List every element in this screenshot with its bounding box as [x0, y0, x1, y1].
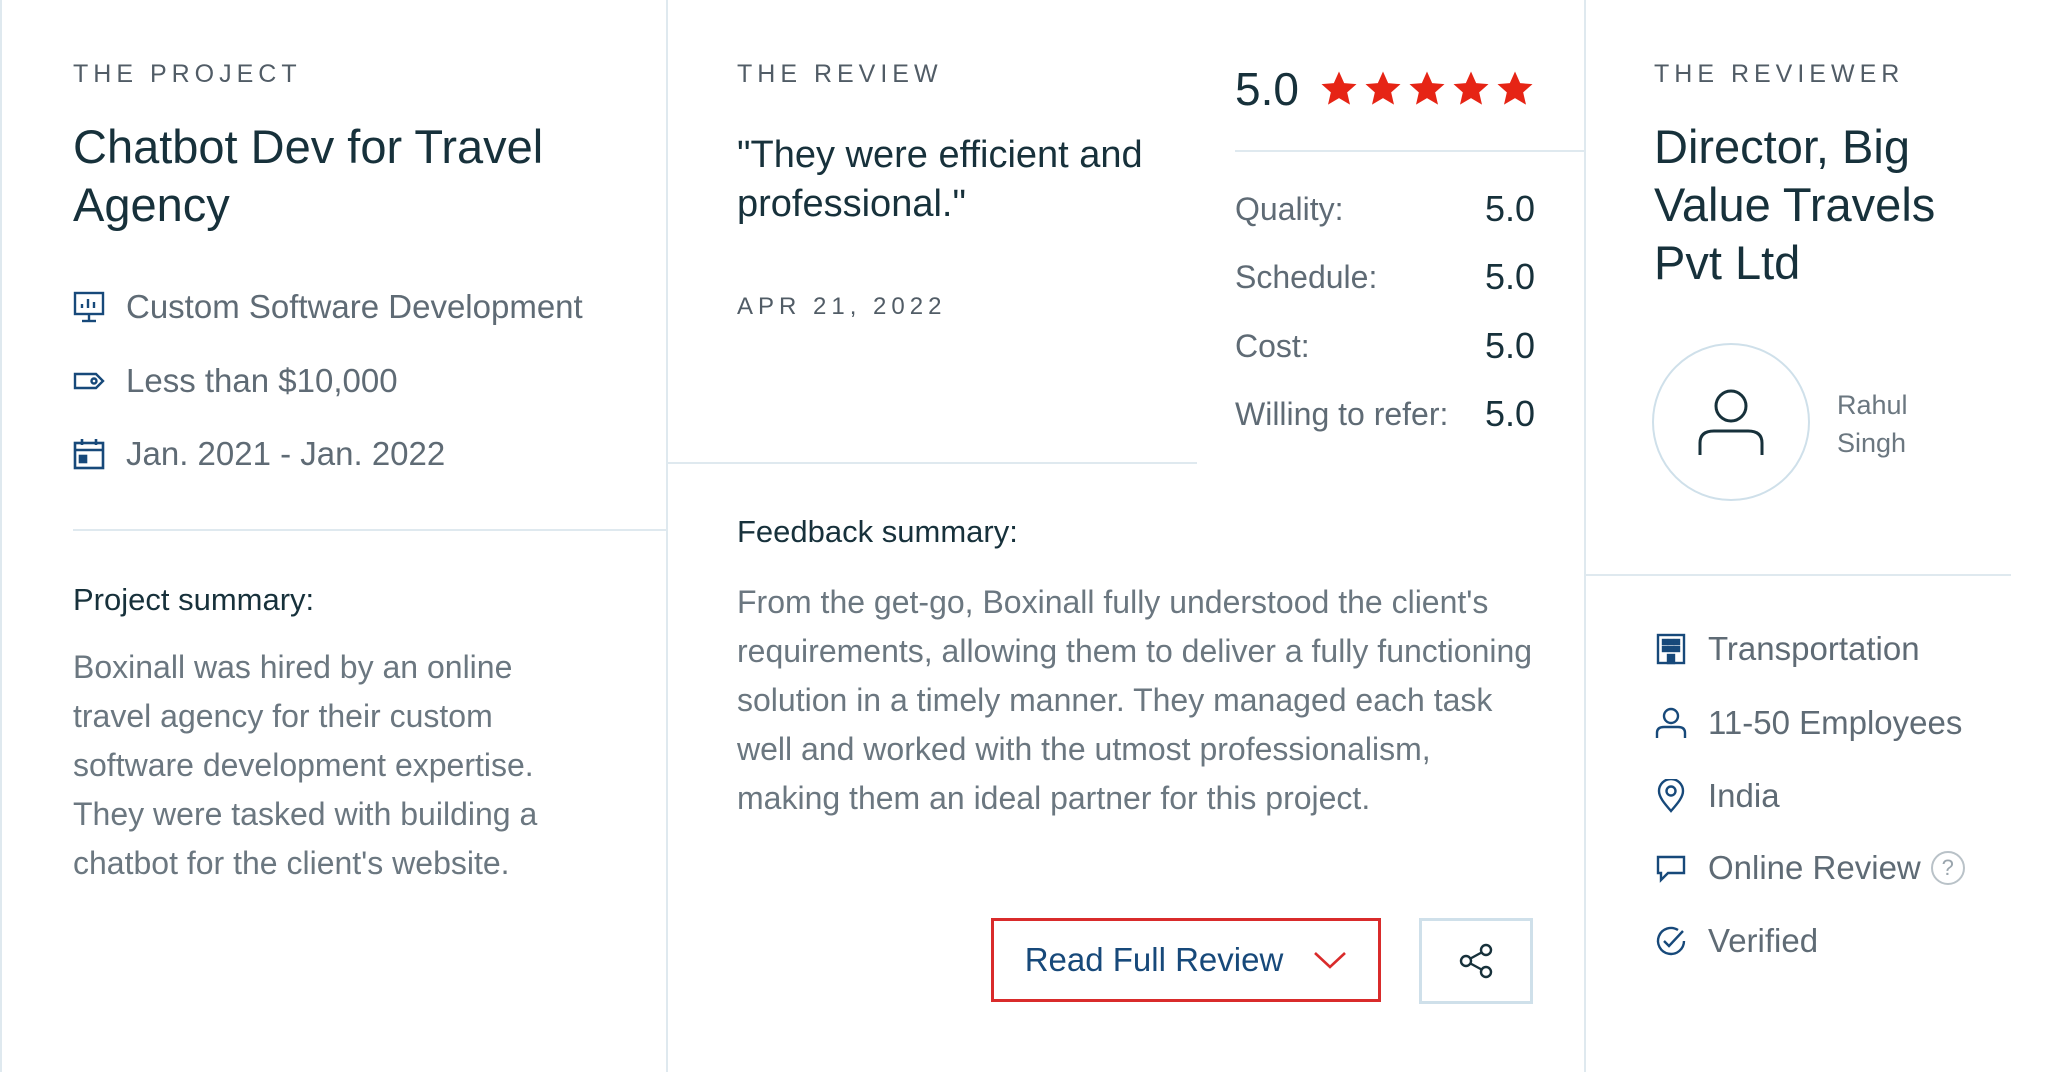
rating-label: Quality: [1235, 190, 1344, 227]
rating-value: 5.0 [1484, 393, 1535, 434]
rating-label: Cost: [1235, 327, 1310, 364]
feedback-summary-text: From the get-go, Boxinall fully understo… [737, 584, 1533, 816]
star-icon [1321, 71, 1357, 105]
read-full-review-button[interactable]: Read Full Review [991, 918, 1381, 1002]
review-date: APR 21, 2022 [737, 293, 947, 320]
read-full-review-label: Read Full Review [1024, 941, 1284, 978]
industry-text: Transportation [1708, 630, 1920, 667]
column-divider-1 [666, 0, 668, 1072]
reviewer-first-name: Rahul [1837, 390, 1908, 420]
review-divider [667, 462, 1197, 464]
reviewer-review-type: Online Review ? [1654, 849, 1965, 887]
rating-schedule: Schedule: 5.0 [1235, 256, 1535, 298]
building-icon [1656, 633, 1686, 665]
location-text: India [1708, 777, 1780, 814]
rating-divider [1235, 150, 1584, 152]
help-icon[interactable]: ? [1930, 851, 1965, 885]
avatar [1652, 343, 1810, 501]
rating-quality: Quality: 5.0 [1235, 188, 1535, 230]
feedback-summary-label: Feedback summary: [737, 514, 1018, 549]
project-budget: Less than $10,000 [72, 362, 398, 400]
reviewer-industry: Transportation [1654, 630, 1920, 668]
star-icon [1365, 71, 1401, 105]
share-icon [1459, 943, 1493, 979]
status-text: Verified [1708, 922, 1819, 959]
project-dates: Jan. 2021 - Jan. 2022 [72, 435, 445, 473]
budget-text: Less than $10,000 [126, 362, 398, 399]
location-pin-icon [1657, 779, 1685, 813]
price-tag-icon [73, 372, 105, 390]
reviewer-eyebrow: THE REVIEWER [1654, 60, 1905, 88]
reviewer-status: Verified [1654, 922, 1818, 960]
reviewer-last-name: Singh [1837, 428, 1907, 458]
monitor-chart-icon [73, 291, 105, 323]
project-summary-label: Project summary: [73, 582, 315, 617]
reviewer-title: Director, Big Value Travels Pvt Ltd [1654, 120, 1936, 289]
rating-willing-to-refer: Willing to refer: 5.0 [1235, 393, 1535, 435]
review-eyebrow: THE REVIEW [737, 60, 943, 88]
reviewer-size: 11-50 Employees [1654, 704, 1962, 742]
column-divider-2 [1584, 0, 1586, 1072]
dates-text: Jan. 2021 - Jan. 2022 [126, 435, 446, 472]
check-circle-icon [1656, 926, 1686, 956]
star-icon [1453, 71, 1489, 105]
size-text: 11-50 Employees [1708, 704, 1963, 741]
reviewer-location: India [1654, 777, 1780, 815]
star-icon [1497, 71, 1533, 105]
user-icon [1698, 389, 1764, 455]
share-button[interactable] [1419, 918, 1533, 1004]
overall-rating: 5.0 [1235, 62, 1535, 116]
calendar-icon [73, 439, 105, 470]
chat-bubble-icon [1656, 855, 1686, 883]
project-eyebrow: THE PROJECT [73, 60, 302, 88]
review-type-text: Online Review [1708, 849, 1921, 886]
review-quote: "They were efficient and professional." [737, 134, 1143, 225]
star-rating [1319, 69, 1535, 109]
user-icon [1655, 707, 1687, 738]
rating-value: 5.0 [1484, 256, 1535, 297]
star-icon [1409, 71, 1445, 105]
rating-label: Schedule: [1235, 258, 1378, 295]
left-border [0, 0, 2, 1072]
project-divider [73, 529, 667, 531]
service-text: Custom Software Development [126, 288, 583, 325]
rating-value: 5.0 [1484, 188, 1535, 229]
rating-value: 5.0 [1484, 325, 1535, 366]
project-title: Chatbot Dev for Travel Agency [73, 120, 544, 231]
chevron-down-icon [1314, 952, 1347, 969]
overall-rating-value: 5.0 [1235, 63, 1299, 115]
reviewer-divider [1585, 574, 2011, 576]
project-service: Custom Software Development [72, 288, 583, 326]
rating-label: Willing to refer: [1235, 395, 1449, 432]
project-summary-text: Boxinall was hired by an online travel a… [73, 649, 538, 881]
rating-cost: Cost: 5.0 [1235, 325, 1535, 367]
